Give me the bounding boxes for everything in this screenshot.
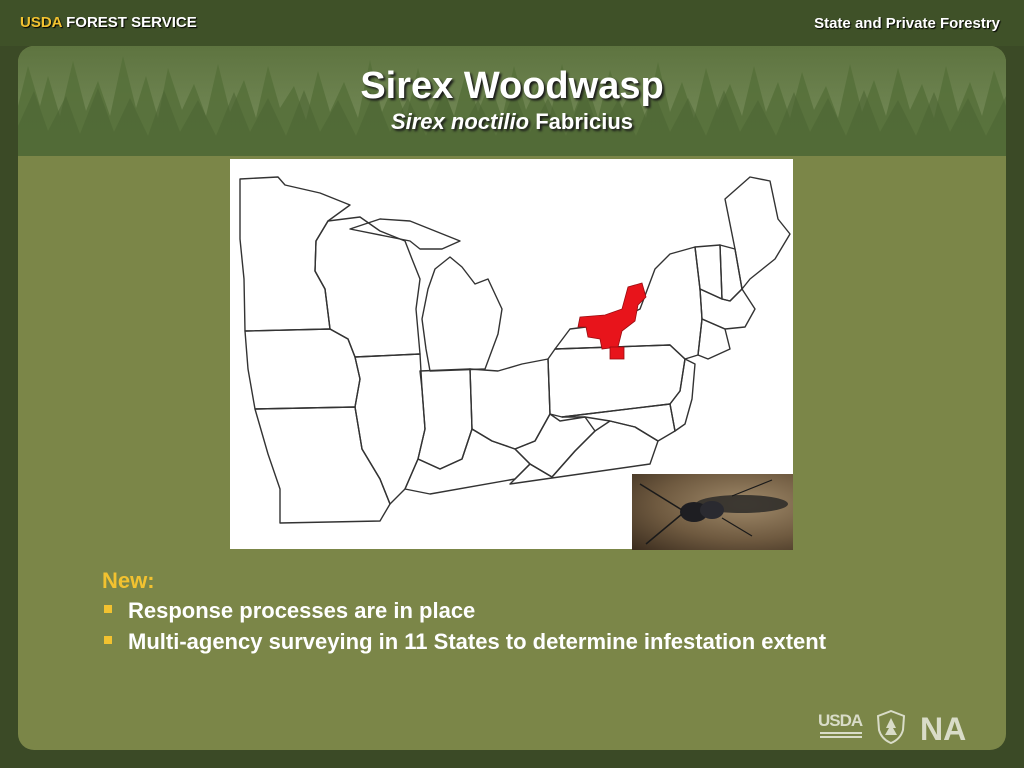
slide-panel: Sirex Woodwasp Sirex noctilio Fabricius [18, 46, 1006, 750]
top-bar: USDA FOREST SERVICE State and Private Fo… [0, 0, 1024, 46]
brand-usda: USDA [20, 14, 62, 31]
bullet-text: Multi-agency surveying in 11 States to d… [128, 629, 827, 654]
usda-logo-stripes [820, 732, 862, 740]
slide-title: Sirex Woodwasp [360, 65, 664, 107]
woodwasp-photo [632, 474, 793, 550]
bullet-text: Response processes are in place [128, 598, 476, 623]
footer-logos: USDA NA [818, 708, 998, 748]
bullet-item: Response processes are in place [102, 595, 982, 626]
woodwasp-insect-graphic [639, 479, 788, 545]
scientific-name: Sirex noctilio [390, 109, 530, 134]
brand-forest-service: FOREST SERVICE [61, 14, 197, 31]
bullet-list: New: Response processes are in place Mul… [102, 567, 982, 657]
new-heading: New: [102, 568, 155, 593]
usda-logo: USDA [818, 711, 863, 730]
bullet-item: Multi-agency surveying in 11 States to d… [102, 626, 982, 657]
usda-forest-service-brand: USDA FOREST SERVICE [20, 14, 197, 31]
bullet-square-icon [104, 636, 112, 644]
title-block: Sirex Woodwasp Sirex noctilio Fabricius [18, 64, 1006, 136]
forest-service-shield-icon [876, 710, 906, 744]
slide-subtitle: Sirex noctilio Fabricius [18, 108, 1006, 136]
forest-banner: Sirex Woodwasp Sirex noctilio Fabricius [18, 46, 1006, 156]
state-private-forestry-label: State and Private Forestry [814, 15, 1000, 32]
bullet-square-icon [104, 605, 112, 613]
na-logo: NA [920, 712, 966, 744]
na-logo-text: NA [920, 712, 966, 744]
author-name: Fabricius [529, 109, 634, 134]
